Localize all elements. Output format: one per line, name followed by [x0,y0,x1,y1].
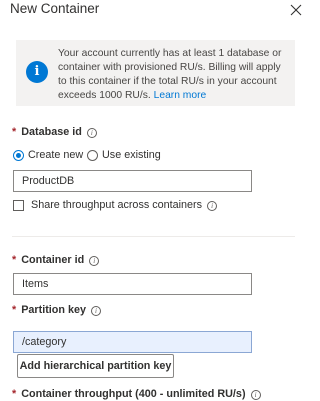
partition-key-label-text: Partition key [21,304,87,316]
info-message-box: i Your account currently has at least 1 … [16,40,295,106]
container-throughput-label: * Container throughput (400 - unlimited R… [12,388,261,400]
required-marker: * [12,388,17,400]
create-new-radio-label[interactable]: Create new [28,149,83,161]
info-circle-icon[interactable]: i [89,256,100,266]
container-id-label: * Container id i [12,254,100,266]
create-new-radio[interactable] [13,150,24,161]
database-id-label-text: Database id [21,126,82,138]
info-circle-icon[interactable]: i [91,306,102,316]
dialog-title: New Container [10,1,100,16]
container-throughput-label-text: Container throughput (400 - unlimited RU… [21,388,246,400]
partition-key-input[interactable]: /category [13,331,252,353]
share-throughput-label-text: Share throughput across containers [31,199,203,211]
learn-more-link[interactable]: Learn more [154,90,207,101]
database-id-input[interactable]: ProductDB [13,170,252,192]
share-throughput-checkbox[interactable] [13,200,24,211]
share-throughput-label[interactable]: Share throughput across containers i [31,199,218,211]
add-hierarchical-partition-key-button[interactable]: Add hierarchical partition key [17,354,174,378]
dialog-header: New Container [0,0,311,22]
container-id-label-text: Container id [21,254,85,266]
required-marker: * [12,126,17,138]
database-id-label: * Database id i [12,126,97,138]
use-existing-radio[interactable] [87,150,98,161]
info-circle-icon[interactable]: i [250,390,261,400]
info-circle-icon[interactable]: i [207,201,218,211]
info-icon: i [26,61,48,83]
info-circle-icon[interactable]: i [86,128,97,138]
close-icon[interactable] [289,3,303,17]
container-id-input[interactable]: Items [13,273,252,295]
use-existing-radio-label[interactable]: Use existing [102,149,161,161]
info-message-text: Your account currently has at least 1 da… [58,47,290,103]
partition-key-label: * Partition key i [12,304,102,316]
required-marker: * [12,304,17,316]
section-divider [12,236,295,237]
required-marker: * [12,254,17,266]
